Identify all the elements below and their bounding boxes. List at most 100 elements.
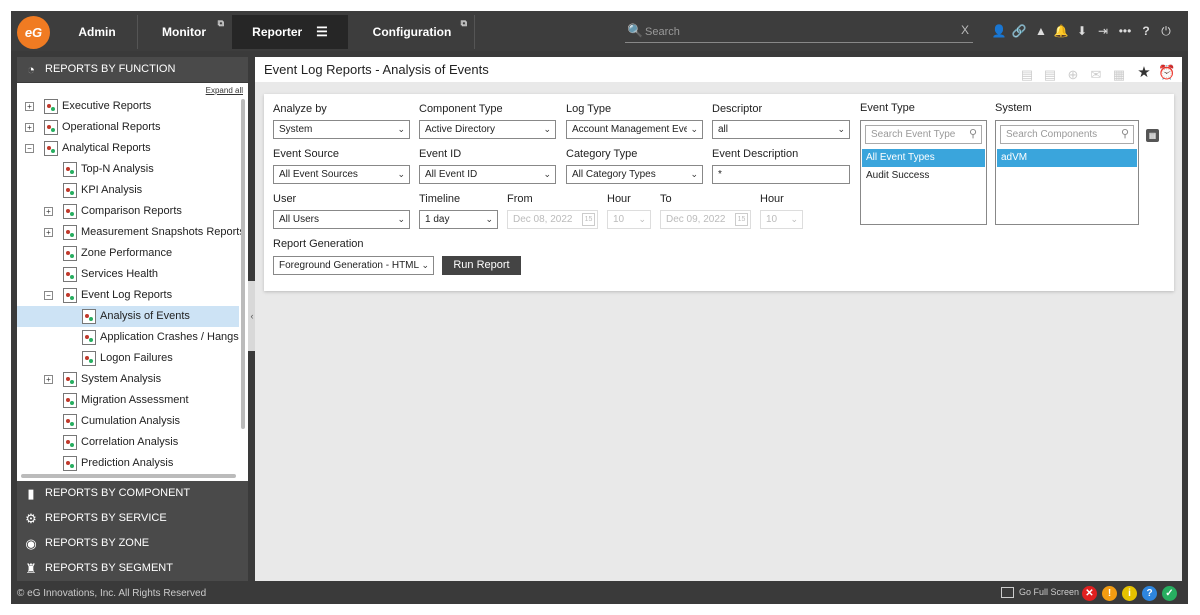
tree-item[interactable]: Correlation Analysis — [17, 432, 239, 453]
expand-icon[interactable]: + — [44, 207, 53, 216]
nav-tab-label: Configuration — [372, 25, 452, 39]
expand-icon[interactable]: + — [25, 102, 34, 111]
from-date-input[interactable]: Dec 08, 2022 15 — [507, 210, 598, 229]
tree-item-label: Analysis of Events — [100, 310, 190, 322]
collapse-icon[interactable]: − — [44, 291, 53, 300]
nav-tab-monitor[interactable]: Monitor ⧉ — [138, 15, 230, 49]
link-icon[interactable]: 🔗 — [1011, 24, 1027, 38]
mail-icon[interactable]: ✉ — [1088, 62, 1104, 87]
pdf-icon[interactable]: ▤ — [1019, 62, 1035, 87]
gear-icon: ⚙ — [25, 511, 37, 526]
tree-item[interactable]: − Analytical Reports — [17, 138, 239, 159]
tree-item[interactable]: + Comparison Reports — [17, 201, 239, 222]
expand-icon[interactable]: + — [25, 123, 34, 132]
calendar-icon[interactable]: 15 — [582, 213, 595, 226]
report-icon — [44, 141, 58, 156]
component-type-select[interactable]: Active Directory ⌄ — [419, 120, 556, 139]
bell-icon[interactable]: 🔔 — [1053, 24, 1069, 38]
event-description-input[interactable]: * — [712, 165, 850, 184]
nav-divider — [474, 15, 475, 49]
tree-item[interactable]: + Executive Reports — [17, 96, 239, 117]
event-type-search-input[interactable]: Search Event Type ⚲ — [865, 125, 982, 144]
run-report-button[interactable]: Run Report — [442, 256, 521, 275]
tree-item-label: Operational Reports — [62, 121, 161, 133]
category-type-select[interactable]: All Category Types ⌄ — [566, 165, 703, 184]
tree-item[interactable]: Logon Failures — [17, 348, 239, 369]
reports-by-function-header[interactable]: ◔ REPORTS BY FUNCTION — [17, 57, 248, 82]
list-item[interactable]: adVM — [997, 149, 1137, 167]
hamburger-icon[interactable]: ☰ — [316, 15, 328, 49]
alarm-icon[interactable]: ⏰ — [1158, 60, 1175, 85]
select-value: 10 — [766, 214, 778, 225]
list-item[interactable]: Audit Success — [862, 167, 985, 185]
list-item[interactable]: All Event Types — [862, 149, 985, 167]
event-id-select[interactable]: All Event ID ⌄ — [419, 165, 556, 184]
reports-by-service-header[interactable]: ⚙ REPORTS BY SERVICE — [17, 506, 248, 531]
help-icon[interactable]: ? — [1138, 24, 1154, 38]
timeline-select[interactable]: 1 day ⌄ — [419, 210, 498, 229]
minor-status-icon[interactable]: i — [1122, 586, 1137, 601]
excel-icon[interactable]: ▦ — [1111, 62, 1127, 87]
descriptor-select[interactable]: all ⌄ — [712, 120, 850, 139]
export-icon[interactable]: ▤ — [1042, 62, 1058, 87]
tree-item[interactable]: + System Analysis — [17, 369, 239, 390]
select-value: All Event ID — [425, 169, 478, 180]
reports-by-component-header[interactable]: ▮ REPORTS BY COMPONENT — [17, 481, 248, 506]
info-status-icon[interactable]: ? — [1142, 586, 1157, 601]
report-icon — [82, 330, 96, 345]
hour-from-select[interactable]: 10 ⌄ — [607, 210, 651, 229]
reports-by-zone-header[interactable]: ◉ REPORTS BY ZONE — [17, 531, 248, 556]
user-icon[interactable]: 👤 — [991, 24, 1007, 38]
zoom-icon[interactable]: ⊕ — [1065, 62, 1081, 87]
more-icon[interactable]: ••• — [1115, 24, 1135, 38]
tree-item[interactable]: + Operational Reports — [17, 117, 239, 138]
power-icon[interactable]: ⏻ — [1158, 24, 1174, 39]
chart-icon[interactable]: ▲ — [1033, 24, 1049, 38]
report-icon — [63, 372, 77, 387]
tree-item[interactable]: + Measurement Snapshots Reports — [17, 222, 245, 243]
tree-item[interactable]: Services Health — [17, 264, 239, 285]
select-value: All Users — [279, 214, 320, 225]
expand-all-link[interactable]: Expand all — [206, 86, 243, 95]
reports-by-segment-header[interactable]: ♜ REPORTS BY SEGMENT — [17, 556, 248, 581]
event-source-select[interactable]: All Event Sources ⌄ — [273, 165, 410, 184]
download-icon[interactable]: ⬇ — [1074, 24, 1090, 38]
clear-search-icon[interactable]: X — [961, 23, 969, 37]
star-icon[interactable]: ★ — [1136, 60, 1152, 85]
tree-vertical-scrollbar[interactable] — [241, 99, 245, 429]
go-full-screen-button[interactable]: Go Full Screen — [1001, 587, 1079, 599]
nav-tab-configuration[interactable]: Configuration ⧉ — [351, 15, 473, 49]
tree-item[interactable]: Prediction Analysis — [17, 453, 239, 474]
search-input[interactable] — [645, 23, 945, 41]
tree-item[interactable]: Analysis of Events — [17, 306, 239, 327]
tree-item[interactable]: Zone Performance — [17, 243, 239, 264]
report-generation-select[interactable]: Foreground Generation - HTML ⌄ — [273, 256, 434, 275]
critical-status-icon[interactable]: ✕ — [1082, 586, 1097, 601]
normal-status-icon[interactable]: ✓ — [1162, 586, 1177, 601]
eg-logo-icon[interactable]: eG — [17, 16, 50, 49]
log-type-select[interactable]: Account Management Eve ⌄ — [566, 120, 703, 139]
tree-item[interactable]: Cumulation Analysis — [17, 411, 239, 432]
tree-item[interactable]: − Event Log Reports — [17, 285, 239, 306]
major-status-icon[interactable]: ! — [1102, 586, 1117, 601]
to-date-input[interactable]: Dec 09, 2022 15 — [660, 210, 751, 229]
calendar-icon[interactable]: 15 — [735, 213, 748, 226]
search-icon: ⚲ — [968, 128, 977, 140]
tree-item[interactable]: Application Crashes / Hangs — [17, 327, 239, 348]
expand-icon[interactable]: + — [44, 375, 53, 384]
tree-item[interactable]: Migration Assessment — [17, 390, 239, 411]
user-select[interactable]: All Users ⌄ — [273, 210, 410, 229]
expand-icon[interactable]: + — [44, 228, 53, 237]
calculator-icon[interactable]: ▦ — [1146, 129, 1159, 142]
signin-icon[interactable]: ⇥ — [1095, 24, 1111, 38]
tree-horizontal-scrollbar[interactable] — [21, 474, 236, 478]
analyze-by-select[interactable]: System ⌄ — [273, 120, 410, 139]
tree-item[interactable]: KPI Analysis — [17, 180, 239, 201]
collapse-icon[interactable]: − — [25, 144, 34, 153]
nav-tab-reporter[interactable]: Reporter ☰ — [232, 15, 348, 49]
tree-item[interactable]: Top-N Analysis — [17, 159, 239, 180]
chevron-down-icon: ⌄ — [638, 214, 646, 224]
hour-to-select[interactable]: 10 ⌄ — [760, 210, 803, 229]
nav-tab-admin[interactable]: Admin — [57, 15, 137, 49]
system-search-input[interactable]: Search Components ⚲ — [1000, 125, 1134, 144]
